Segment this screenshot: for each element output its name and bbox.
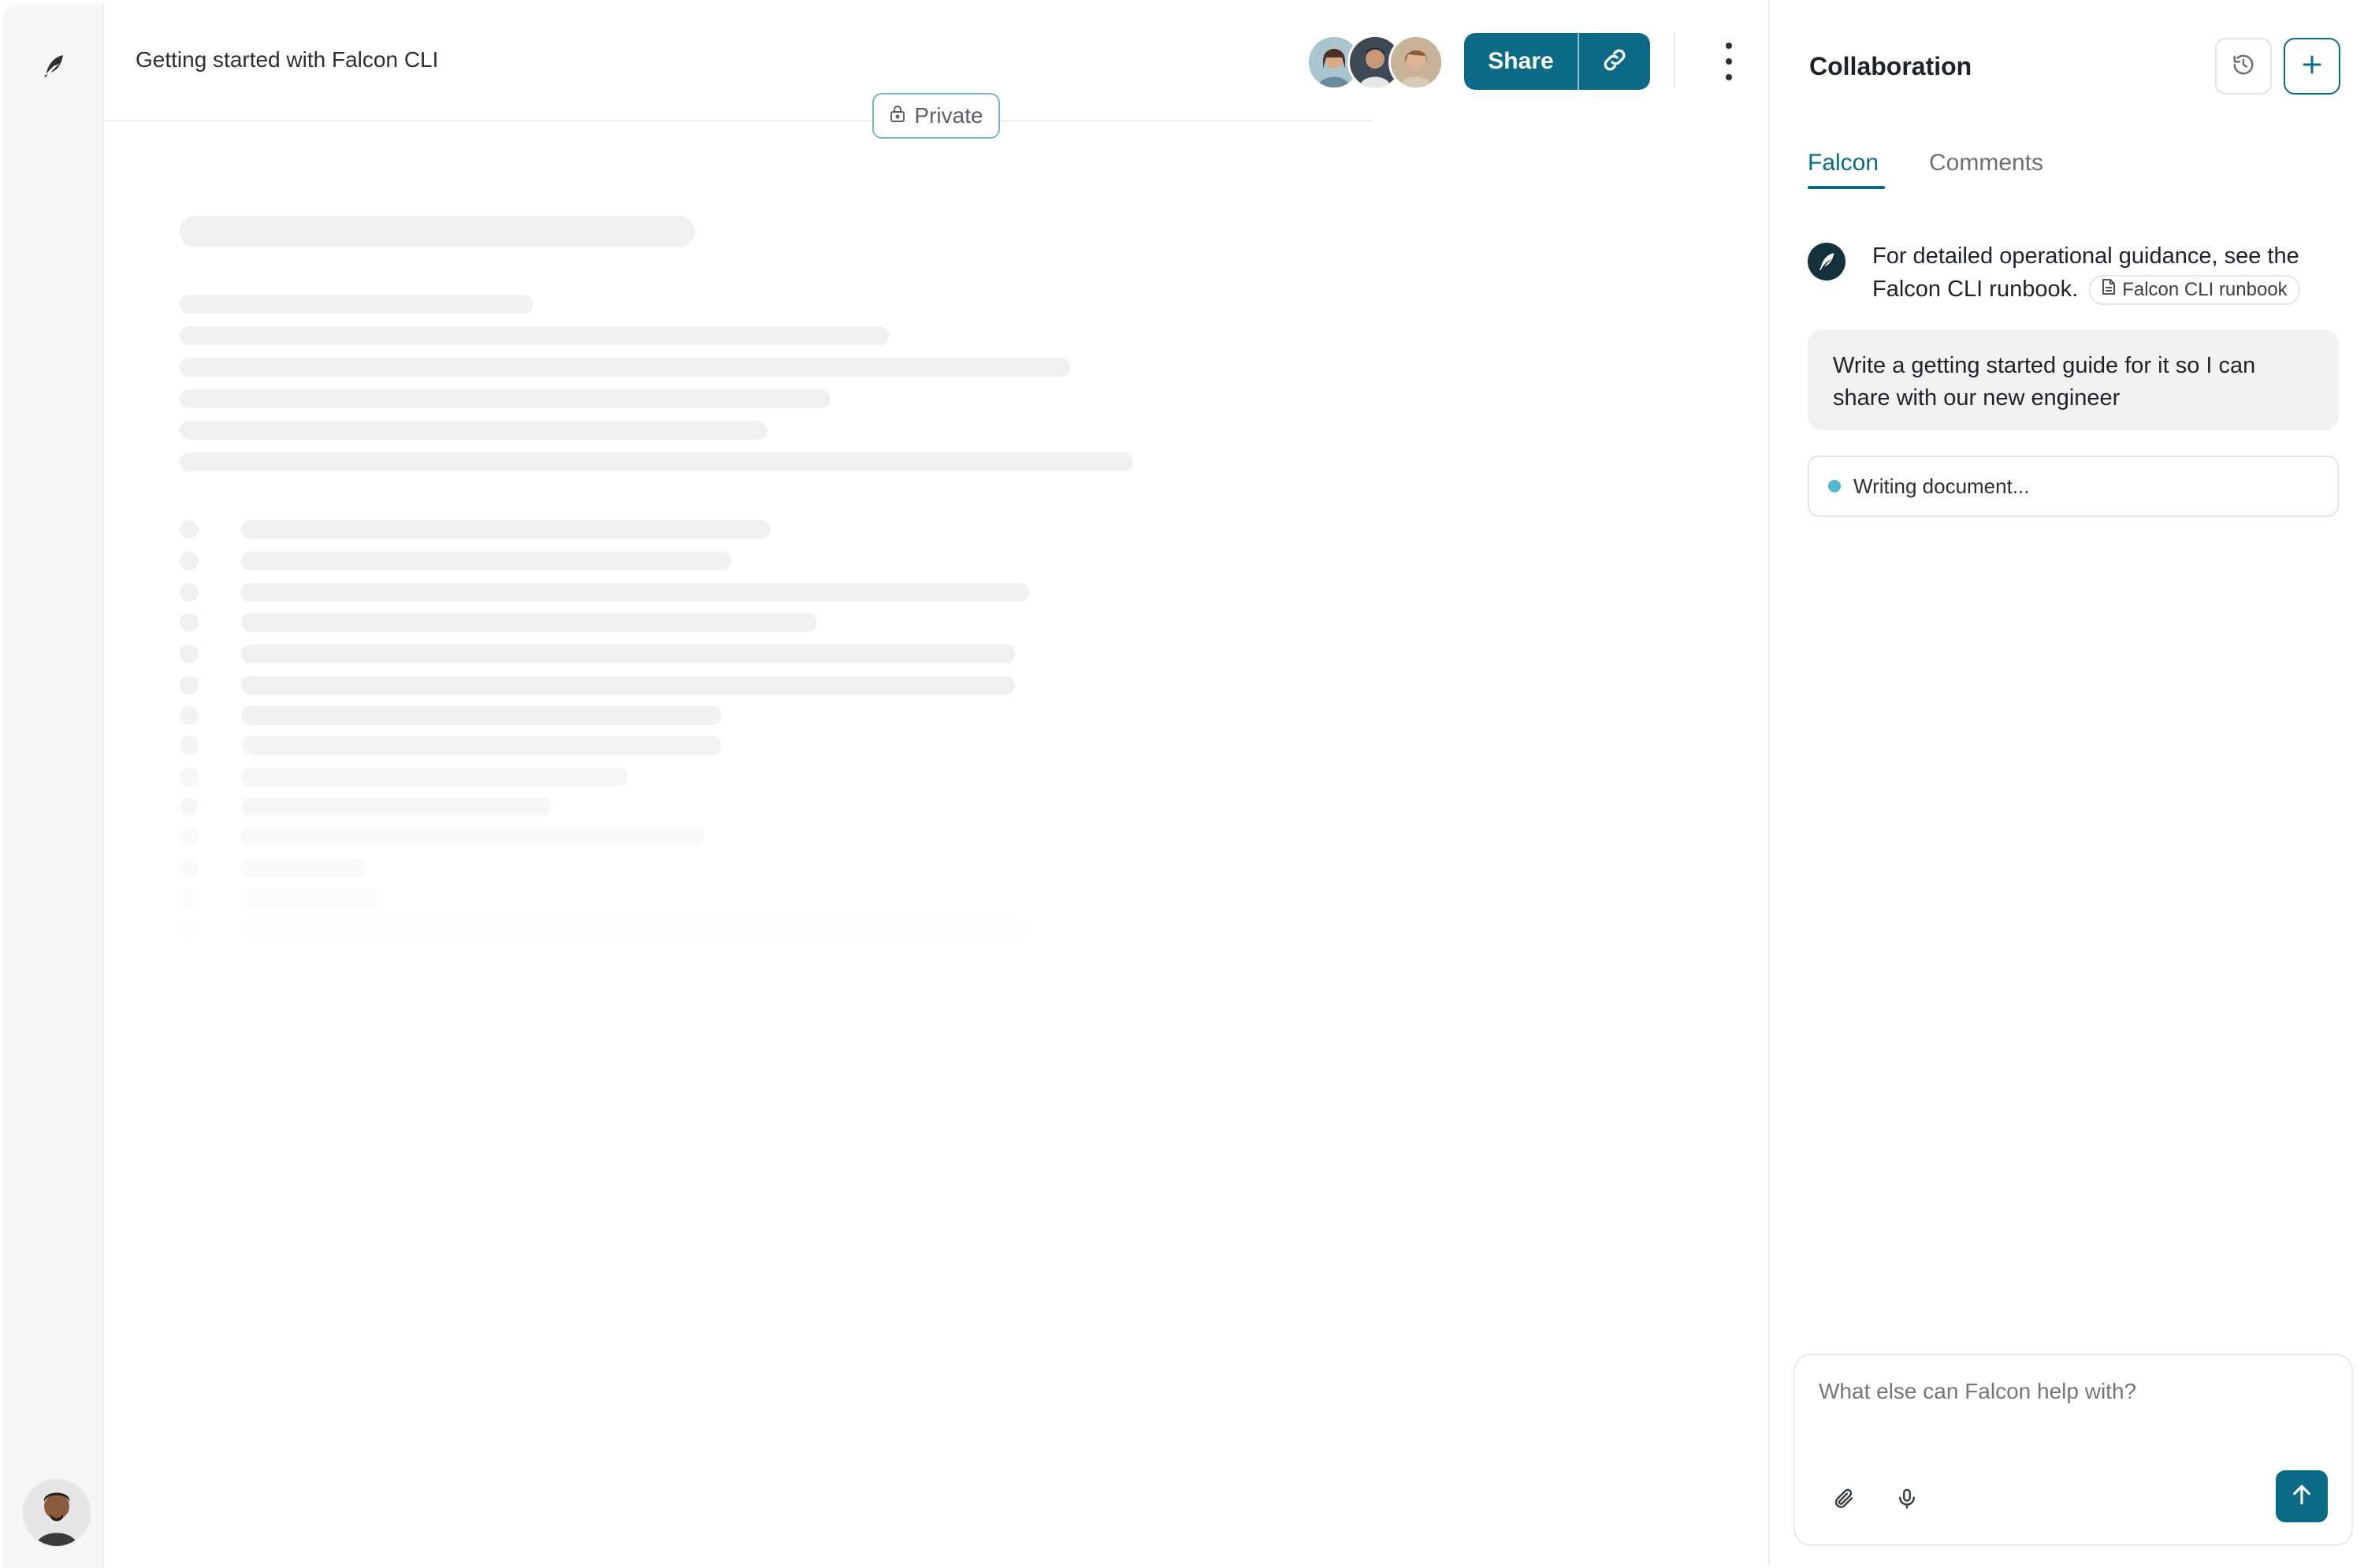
tab-comments[interactable]: Comments <box>1929 150 2043 176</box>
skeleton-line <box>241 889 383 908</box>
vertical-dots-icon-dot <box>1726 74 1732 80</box>
skeleton-bullet <box>180 676 199 695</box>
skeleton-line <box>180 389 831 408</box>
document-area: Getting started with Falcon CLI Share Pr… <box>104 0 1768 1566</box>
paperclip-icon <box>1832 1487 1856 1514</box>
skeleton-line <box>241 797 552 816</box>
skeleton-line <box>180 326 889 345</box>
skeleton-line <box>241 706 722 725</box>
document-title[interactable]: Getting started with Falcon CLI <box>136 47 438 72</box>
history-button[interactable] <box>2215 38 2272 95</box>
falcon-assistant-icon <box>1808 243 1845 281</box>
lock-icon <box>889 103 906 128</box>
skeleton-line <box>241 919 1029 938</box>
toolbar-divider <box>1674 32 1675 88</box>
feather-icon[interactable] <box>36 49 71 84</box>
link-icon <box>1600 46 1629 78</box>
status-indicator <box>1828 480 1841 492</box>
collaborator-avatars[interactable] <box>1307 35 1444 90</box>
attach-button[interactable] <box>1827 1483 1861 1518</box>
assistant-message: For detailed operational guidance, see t… <box>1872 240 2337 306</box>
left-rail <box>3 3 104 1568</box>
skeleton-bullet <box>180 552 199 570</box>
user-avatar[interactable] <box>22 1478 91 1548</box>
panel-title: Collaboration <box>1809 52 1972 80</box>
skeleton-bullet <box>180 767 199 786</box>
vertical-dots-icon-dot <box>1726 58 1732 65</box>
app-window: Getting started with Falcon CLI Share Pr… <box>0 0 2364 1568</box>
skeleton-line <box>241 827 704 846</box>
share-button[interactable]: Share <box>1464 33 1579 90</box>
skeleton-line <box>241 552 731 570</box>
skeleton-bullet <box>180 919 199 938</box>
more-options-button[interactable] <box>1713 41 1745 82</box>
skeleton-line <box>241 676 1015 695</box>
skeleton-bullet <box>180 797 199 816</box>
skeleton-line <box>180 452 1133 471</box>
history-icon <box>2232 53 2255 80</box>
arrow-up-icon <box>2289 1482 2314 1511</box>
reference-chip-label: Falcon CLI runbook <box>2122 279 2288 301</box>
vertical-dots-icon <box>1726 43 1732 49</box>
share-button-group: Share <box>1464 33 1650 90</box>
skeleton-bullet <box>180 520 199 539</box>
header-divider <box>104 120 1373 121</box>
document-icon <box>2102 278 2116 302</box>
skeleton-line <box>241 645 1015 663</box>
copy-link-button[interactable] <box>1579 33 1650 90</box>
tab-falcon[interactable]: Falcon <box>1808 150 1879 176</box>
skeleton-bullet <box>180 706 199 725</box>
collaboration-panel: Collaboration Falcon Comments For detail… <box>1768 0 2364 1566</box>
skeleton-bullet <box>180 859 199 878</box>
skeleton-bullet <box>180 827 199 846</box>
skeleton-line <box>241 520 771 539</box>
skeleton-line <box>180 295 533 314</box>
message-composer <box>1793 1354 2353 1546</box>
skeleton-line <box>241 613 816 632</box>
active-tab-indicator <box>1808 186 1885 189</box>
skeleton-heading <box>180 216 695 247</box>
skeleton-line <box>180 358 1070 377</box>
new-chat-button[interactable] <box>2284 38 2340 95</box>
status-card: Writing document... <box>1808 455 2339 517</box>
skeleton-line <box>241 583 1029 602</box>
message-input[interactable] <box>1819 1379 2323 1404</box>
skeleton-bullet <box>180 736 199 755</box>
visibility-badge[interactable]: Private <box>872 93 1000 139</box>
skeleton-line <box>241 859 367 878</box>
runbook-reference-chip[interactable]: Falcon CLI runbook <box>2089 275 2300 306</box>
plus-icon <box>2300 53 2324 80</box>
microphone-button[interactable] <box>1890 1483 1924 1518</box>
microphone-icon <box>1895 1487 1919 1514</box>
skeleton-line <box>241 736 722 755</box>
collaborator-avatar[interactable] <box>1388 35 1444 90</box>
skeleton-bullet <box>180 583 199 602</box>
status-text: Writing document... <box>1853 474 2030 498</box>
skeleton-line <box>180 421 768 440</box>
skeleton-bullet <box>180 613 199 632</box>
visibility-label: Private <box>914 103 983 128</box>
skeleton-bullet <box>180 645 199 663</box>
skeleton-line <box>241 767 627 786</box>
skeleton-bullet <box>180 889 199 908</box>
user-message: Write a getting started guide for it so … <box>1808 329 2339 430</box>
send-button[interactable] <box>2276 1470 2328 1522</box>
